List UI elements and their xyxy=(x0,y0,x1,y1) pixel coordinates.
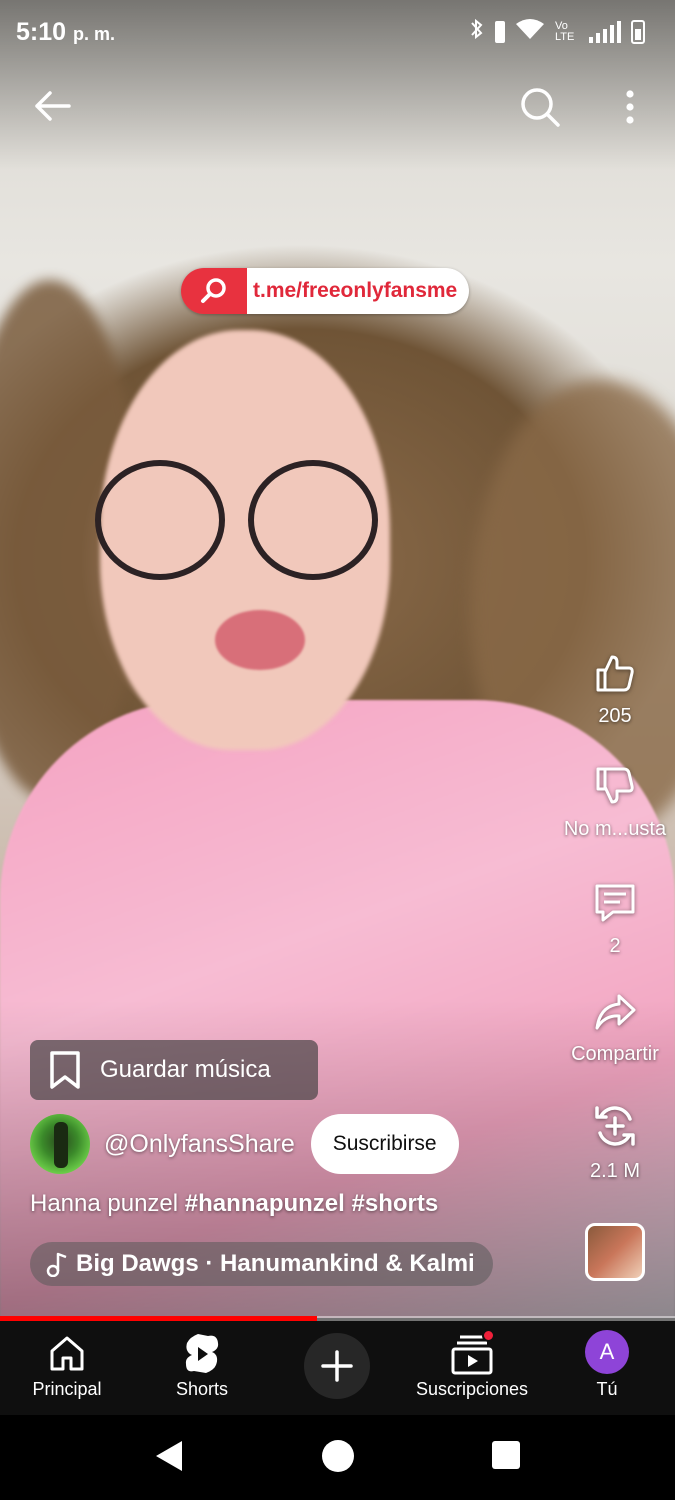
nav-subscriptions[interactable]: Suscripciones xyxy=(402,1321,542,1415)
comment-count: 2 xyxy=(609,935,621,957)
status-bar: 5:10 p. m. Vo LTE xyxy=(0,0,675,64)
hashtag[interactable]: #hannapunzel xyxy=(185,1190,345,1217)
bookmark-icon xyxy=(50,1051,80,1089)
like-count: 205 xyxy=(598,705,632,727)
remix-button[interactable]: 2.1 M xyxy=(555,1103,675,1183)
dislike-button[interactable]: No m...usta xyxy=(555,765,675,841)
search-icon[interactable] xyxy=(515,82,565,132)
share-icon xyxy=(595,994,636,1030)
channel-handle[interactable]: @OnlyfansShare xyxy=(104,1130,295,1159)
comment-icon xyxy=(595,884,635,922)
wifi-icon xyxy=(515,18,545,46)
remix-icon xyxy=(595,1106,635,1146)
video-frame-detail xyxy=(95,460,225,580)
status-icons: Vo LTE xyxy=(469,17,645,47)
nav-shorts-label: Shorts xyxy=(175,1379,229,1399)
nav-you[interactable]: A Tú xyxy=(537,1321,675,1415)
vibrate-icon xyxy=(495,21,505,43)
system-back-icon[interactable] xyxy=(154,1439,184,1478)
share-button[interactable]: Compartir xyxy=(555,992,675,1066)
comments-button[interactable]: 2 xyxy=(555,880,675,958)
sound-thumbnail[interactable] xyxy=(585,1223,645,1281)
music-track-label: Big Dawgs · Hanumankind & Kalmi xyxy=(76,1250,475,1277)
system-recents-icon[interactable] xyxy=(491,1439,521,1476)
save-music-label: Guardar música xyxy=(100,1056,271,1083)
avatar: A xyxy=(585,1330,629,1374)
shorts-icon xyxy=(185,1334,219,1373)
create-icon xyxy=(321,1350,353,1382)
link-text: t.me/freeonlyfansme xyxy=(247,268,470,314)
subscribe-button[interactable]: Suscribirse xyxy=(310,1114,459,1174)
video-frame-detail xyxy=(215,610,305,670)
dislike-label: No m...usta xyxy=(563,818,667,840)
video-link-overlay: t.me/freeonlyfansme xyxy=(181,268,470,314)
share-label: Compartir xyxy=(571,1043,659,1065)
like-button[interactable]: 205 xyxy=(555,652,675,728)
create-button[interactable] xyxy=(304,1333,370,1399)
clock: 5:10 p. m. xyxy=(16,17,116,46)
thumbs-down-icon xyxy=(596,767,634,804)
channel-row: @OnlyfansShare Suscribirse xyxy=(30,1114,459,1174)
bluetooth-icon xyxy=(469,17,485,47)
top-bar xyxy=(0,70,675,142)
notification-dot xyxy=(482,1329,495,1342)
save-music-button[interactable]: Guardar música xyxy=(30,1040,318,1100)
search-icon xyxy=(181,268,247,314)
hashtag[interactable]: #shorts xyxy=(352,1190,439,1217)
nav-home-label: Principal xyxy=(32,1379,102,1399)
signal-icon xyxy=(589,21,621,43)
channel-avatar[interactable] xyxy=(30,1114,90,1174)
video-caption[interactable]: Hanna punzel #hannapunzel #shorts xyxy=(30,1190,438,1218)
nav-subscriptions-label: Suscripciones xyxy=(415,1379,529,1399)
bottom-navigation: Principal Shorts Suscripciones A Tú xyxy=(0,1321,675,1415)
thumbs-up-icon xyxy=(596,655,634,692)
system-navigation-bar xyxy=(0,1415,675,1500)
music-note-icon xyxy=(46,1252,67,1277)
nav-you-label: Tú xyxy=(596,1379,618,1399)
video-frame-detail xyxy=(248,460,378,580)
remix-count: 2.1 M xyxy=(589,1160,641,1182)
nav-shorts[interactable]: Shorts xyxy=(132,1321,272,1415)
back-icon[interactable] xyxy=(28,82,76,130)
home-icon xyxy=(50,1336,84,1371)
battery-icon xyxy=(631,20,645,44)
system-home-icon[interactable] xyxy=(321,1439,355,1478)
more-options-icon[interactable] xyxy=(610,82,650,132)
caption-text: Hanna punzel xyxy=(30,1190,179,1217)
network-type-label: Vo LTE xyxy=(555,20,575,43)
music-pill[interactable]: Big Dawgs · Hanumankind & Kalmi xyxy=(30,1242,493,1286)
nav-home[interactable]: Principal xyxy=(0,1321,137,1415)
